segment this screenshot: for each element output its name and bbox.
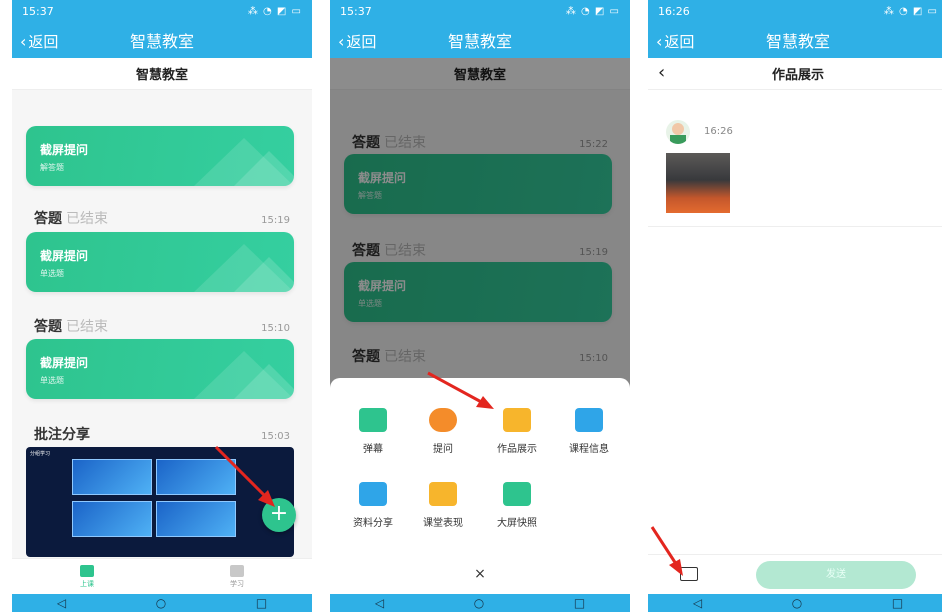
arrow-to-image-upload bbox=[650, 526, 683, 576]
arrow-to-fab bbox=[214, 445, 275, 507]
arrow-to-gallery bbox=[427, 371, 494, 409]
annotation-arrows bbox=[214, 371, 683, 576]
